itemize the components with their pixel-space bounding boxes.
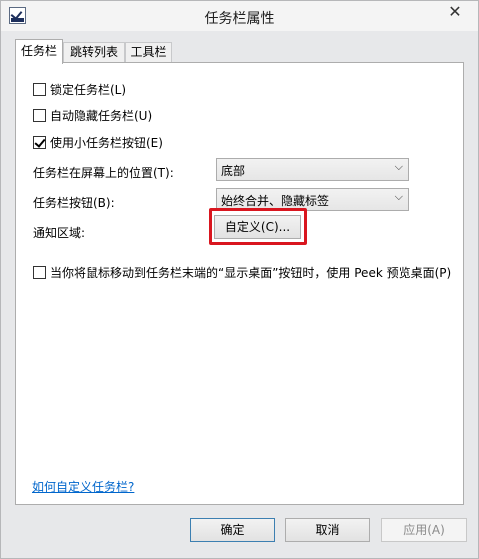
lock-taskbar-label: 锁定任务栏(L) [50,82,127,97]
lock-taskbar-option[interactable]: 锁定任务栏(L) [33,81,126,97]
taskbar-tab-panel: 锁定任务栏(L) 自动隐藏任务栏(U) 使用小任务栏按钮(E) 任务栏在屏幕上的… [15,62,464,505]
cancel-button[interactable]: 取消 [285,518,370,542]
tab-jump-lists[interactable]: 跳转列表 [63,42,125,63]
title-bar: 任务栏属性 ✕ [1,1,478,31]
buttons-label: 任务栏按钮(B): [33,196,115,210]
taskbar-properties-dialog: 任务栏属性 ✕ 任务栏 跳转列表 工具栏 锁定任务栏(L) 自动隐藏任务栏(U)… [0,0,479,559]
window-title: 任务栏属性 [204,11,275,27]
chevron-down-icon: ⌵ [394,190,403,203]
customize-button[interactable]: 自定义(C)... [214,215,301,239]
taskbar-position-value: 底部 [221,164,246,178]
taskbar-buttons-value: 始终合并、隐藏标签 [221,194,330,208]
help-link[interactable]: 如何自定义任务栏? [32,478,134,495]
lock-taskbar-checkbox[interactable] [33,82,46,96]
ok-button[interactable]: 确定 [190,518,275,542]
peek-checkbox[interactable] [33,265,46,279]
autohide-taskbar-checkbox[interactable] [33,108,46,122]
peek-label: 当你将鼠标移动到任务栏末端的“显示桌面”按钮时，使用 Peek 预览桌面(P) [50,265,452,280]
close-button[interactable]: ✕ [440,1,470,23]
small-buttons-checkbox[interactable] [33,135,46,149]
peek-option[interactable]: 当你将鼠标移动到任务栏末端的“显示桌面”按钮时，使用 Peek 预览桌面(P) [33,264,451,280]
small-buttons-label: 使用小任务栏按钮(E) [50,135,163,150]
taskbar-position-select[interactable]: 底部 ⌵ [216,158,409,181]
chevron-down-icon: ⌵ [394,160,403,173]
autohide-taskbar-option[interactable]: 自动隐藏任务栏(U) [33,107,152,123]
small-buttons-option[interactable]: 使用小任务栏按钮(E) [33,134,163,150]
autohide-taskbar-label: 自动隐藏任务栏(U) [50,108,153,123]
notification-area-label: 通知区域: [33,226,86,240]
position-label: 任务栏在屏幕上的位置(T): [33,166,174,180]
tab-taskbar[interactable]: 任务栏 [15,39,63,64]
apply-button[interactable]: 应用(A) [381,518,467,542]
tab-toolbars[interactable]: 工具栏 [125,42,172,63]
